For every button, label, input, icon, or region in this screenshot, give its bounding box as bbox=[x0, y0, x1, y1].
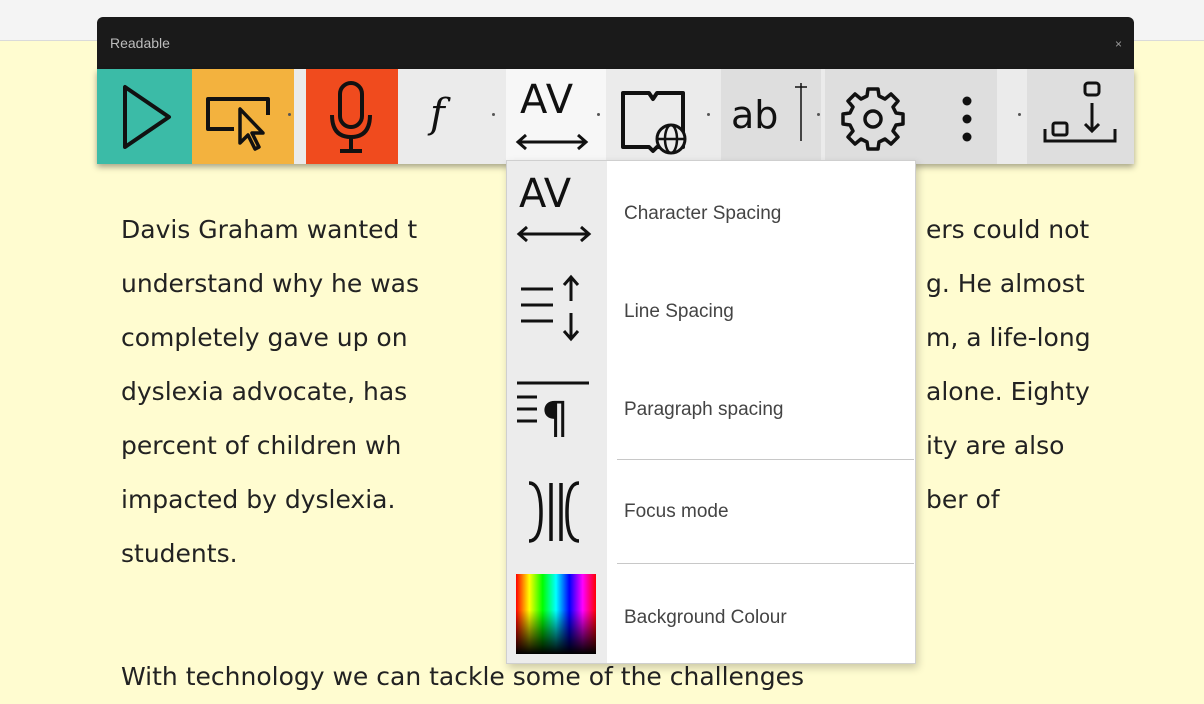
paragraph-spacing-icon: ¶ bbox=[517, 381, 589, 444]
menu-item-label: Paragraph spacing bbox=[624, 399, 784, 420]
paragraph-right-column: ers could not g. He almost m, a life-lon… bbox=[926, 203, 1091, 527]
dictionary-button[interactable] bbox=[609, 69, 709, 164]
menu-item-label: Character Spacing bbox=[624, 203, 782, 224]
menu-item-label: Background Colour bbox=[624, 607, 787, 628]
window-title: Readable bbox=[110, 35, 170, 51]
toolbar-separator bbox=[817, 113, 820, 116]
text-size-icon: ab bbox=[731, 93, 779, 137]
paragraph-fragment: ers could not bbox=[926, 215, 1090, 244]
font-button[interactable]: f bbox=[398, 69, 478, 164]
character-spacing-icon: AV bbox=[520, 77, 575, 123]
toolbar-separator bbox=[597, 113, 600, 116]
screen-select-icon bbox=[206, 97, 270, 151]
font-icon: f bbox=[430, 91, 445, 137]
paragraph-fragment: g. He almost bbox=[926, 269, 1085, 298]
more-vertical-icon bbox=[962, 96, 972, 142]
paragraph-fragment: ity are also bbox=[926, 431, 1065, 460]
focus-mode-icon bbox=[528, 481, 580, 543]
color-swatch-icon[interactable] bbox=[516, 574, 596, 654]
download-button[interactable] bbox=[1027, 69, 1134, 164]
dictionary-icon bbox=[621, 91, 687, 155]
toolbar-separator bbox=[288, 113, 291, 116]
download-icon bbox=[1043, 81, 1117, 143]
spacing-dropdown-menu: AV Character Spacing Line Spacing ¶ Para… bbox=[506, 160, 916, 664]
play-button[interactable] bbox=[97, 69, 192, 164]
screen-select-button[interactable] bbox=[192, 69, 294, 164]
menu-divider bbox=[617, 459, 914, 460]
menu-item-label: Focus mode bbox=[624, 501, 729, 522]
spacing-button[interactable]: AV bbox=[506, 69, 606, 164]
microphone-icon bbox=[330, 81, 372, 153]
toolbar-separator bbox=[707, 113, 710, 116]
character-spacing-icon: AV bbox=[519, 171, 572, 217]
paragraph-fragment: alone. Eighty bbox=[926, 377, 1090, 406]
paragraph-fragment: ber of bbox=[926, 485, 1000, 514]
menu-item-paragraph-spacing[interactable]: ¶ Paragraph spacing bbox=[507, 361, 915, 461]
readable-titlebar[interactable]: Readable × bbox=[97, 17, 1134, 69]
toolbar-separator bbox=[492, 113, 495, 116]
menu-item-character-spacing[interactable]: AV Character Spacing bbox=[507, 161, 915, 261]
toolbar-separator bbox=[1018, 113, 1021, 116]
svg-text:¶: ¶ bbox=[541, 393, 569, 444]
more-options-button[interactable] bbox=[917, 69, 997, 164]
play-icon bbox=[123, 85, 171, 149]
gear-icon bbox=[841, 87, 905, 151]
menu-item-label: Line Spacing bbox=[624, 301, 734, 322]
menu-item-line-spacing[interactable]: Line Spacing bbox=[507, 261, 915, 361]
settings-button[interactable] bbox=[825, 69, 917, 164]
menu-item-focus-mode[interactable]: Focus mode bbox=[507, 461, 915, 561]
paragraph-fragment: m, a life-long bbox=[926, 323, 1091, 352]
text-size-button[interactable]: ab bbox=[721, 69, 821, 164]
microphone-button[interactable] bbox=[306, 69, 398, 164]
close-button[interactable]: × bbox=[1115, 37, 1122, 51]
line-spacing-icon bbox=[521, 274, 580, 342]
readable-toolbar: f AV ab bbox=[97, 69, 1134, 164]
